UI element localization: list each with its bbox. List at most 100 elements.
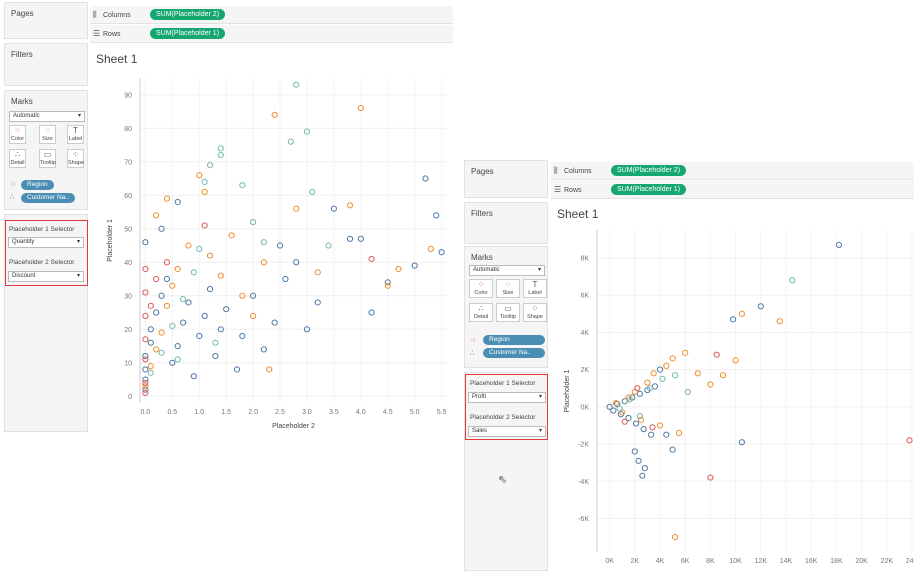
data-point <box>282 275 289 283</box>
y-tick-label: -2K <box>578 442 589 449</box>
pages-card: Pages <box>4 2 88 39</box>
tooltip-button[interactable]: ▭ Tooltip <box>39 149 56 168</box>
color-button[interactable]: ⁘ Color <box>469 279 493 298</box>
color-button[interactable]: ⁘ Color <box>9 125 26 144</box>
rows-pill[interactable]: SUM(Placeholder 1) <box>611 184 687 195</box>
detail-button[interactable]: ∴ Detail <box>469 303 493 322</box>
x-tick-label: 14K <box>780 558 793 565</box>
customer-name-field-pill[interactable]: Customer Na.. <box>21 193 75 203</box>
data-point <box>649 424 656 431</box>
data-point <box>672 372 679 379</box>
data-point <box>368 255 375 263</box>
y-tick-label: -6K <box>578 516 589 523</box>
data-point <box>147 302 154 309</box>
columns-pill[interactable]: SUM(Placeholder 2) <box>611 165 687 176</box>
color-legend-icon: ⁘ <box>470 336 477 345</box>
marks-card: Marks Automatic ▾ ⁘ Color ◌ Size T Label ∴ D… <box>4 90 88 210</box>
size-button[interactable]: ◌ Size <box>496 279 520 298</box>
data-point <box>158 329 165 336</box>
label-button[interactable]: T Label <box>67 125 84 144</box>
x-tick-label: 24K <box>906 558 914 565</box>
placeholder2-selector-label: Placeholder 2 Selector <box>470 414 536 421</box>
detail-legend-icon: ∴ <box>470 350 475 357</box>
data-point <box>427 245 434 252</box>
data-point <box>147 363 154 370</box>
marks-label: Marks <box>471 253 493 262</box>
detail-button[interactable]: ∴ Detail <box>9 149 26 168</box>
data-point <box>636 390 643 397</box>
mark-type-dropdown[interactable]: Automatic ▾ <box>469 265 545 276</box>
data-point <box>684 388 691 396</box>
data-point <box>239 332 246 340</box>
data-point <box>185 242 192 249</box>
rows-shelf[interactable]: ☰ Rows SUM(Placeholder 1) <box>90 25 453 43</box>
columns-shelf[interactable]: ⫼ Columns SUM(Placeholder 2) <box>551 162 914 180</box>
columns-label: ⫼ Columns <box>93 10 131 19</box>
x-tick-label: 16K <box>805 558 818 565</box>
x-tick-label: 22K <box>881 558 894 565</box>
data-point <box>644 379 651 386</box>
shape-button[interactable]: ⁘ Shape <box>67 149 84 168</box>
data-point <box>185 299 192 306</box>
columns-shelf[interactable]: ⫼ Columns SUM(Placeholder 2) <box>90 6 453 24</box>
sheet-title: Sheet 1 <box>557 207 599 221</box>
data-point <box>217 272 224 279</box>
mark-type-dropdown[interactable]: Automatic ▾ <box>9 111 85 122</box>
customer-name-field-pill[interactable]: Customer Na.. <box>483 348 545 358</box>
placeholder2-selector[interactable]: Discount ▾ <box>8 271 84 282</box>
label-button[interactable]: T Label <box>523 279 547 298</box>
data-point <box>672 534 679 541</box>
tooltip-button[interactable]: ▭ Tooltip <box>496 303 520 322</box>
data-point <box>228 232 235 239</box>
x-tick-label: 0.5 <box>167 409 177 416</box>
x-tick-label: 5.0 <box>410 409 420 416</box>
columns-icon: ⫼ <box>93 10 97 19</box>
y-tick-label: 30 <box>124 293 132 300</box>
filters-label: Filters <box>11 50 33 59</box>
data-point <box>395 265 402 273</box>
y-tick-label: 0 <box>128 394 132 401</box>
data-point <box>239 182 246 189</box>
y-tick-label: 2K <box>580 367 589 374</box>
placeholder2-value: Discount <box>12 273 36 279</box>
data-point <box>212 352 219 360</box>
data-point <box>201 222 208 229</box>
size-button[interactable]: ◌ Size <box>39 125 56 144</box>
data-point <box>233 366 241 373</box>
pages-card: Pages <box>464 160 548 198</box>
data-point <box>190 373 197 380</box>
chevron-down-icon: ▾ <box>537 267 541 273</box>
region-field-pill[interactable]: Region <box>21 180 54 190</box>
data-point <box>635 457 642 464</box>
placeholder2-selector[interactable]: Sales ▾ <box>468 426 546 437</box>
filters-card[interactable]: Filters <box>4 43 88 86</box>
x-tick-label: 2.5 <box>275 409 285 416</box>
data-point <box>201 178 208 185</box>
placeholder1-selector[interactable]: Quantity ▾ <box>8 237 84 248</box>
columns-pill[interactable]: SUM(Placeholder 2) <box>150 9 226 20</box>
y-tick-label: 0K <box>580 404 589 411</box>
region-field-pill[interactable]: Region <box>483 335 545 345</box>
detail-legend-icon: ∴ <box>10 194 15 201</box>
data-point <box>271 111 278 118</box>
data-point <box>174 342 181 350</box>
placeholder1-selector[interactable]: Profit ▾ <box>468 392 546 403</box>
data-point <box>153 212 160 219</box>
filters-card[interactable]: Filters <box>464 202 548 244</box>
y-tick-label: 50 <box>124 226 132 233</box>
filters-label: Filters <box>471 209 493 218</box>
size-icon: ◌ <box>45 126 50 135</box>
data-point <box>217 145 224 152</box>
x-tick-label: 1.0 <box>194 409 204 416</box>
data-point <box>433 212 440 219</box>
tooltip-icon: ▭ <box>43 150 52 159</box>
data-point <box>639 472 646 479</box>
scatter-chart-right: -6K -4K -2K 0K 2K 4K 6K 8K 0K 2K 4K 6K 8K 10K 12K 14K 16… <box>564 230 914 565</box>
shape-button[interactable]: ⁘ Shape <box>523 303 547 322</box>
data-point <box>260 239 267 246</box>
rows-shelf[interactable]: ☰ Rows SUM(Placeholder 1) <box>551 181 914 199</box>
x-tick-label: 5.5 <box>437 409 447 416</box>
y-tick-label: -4K <box>578 479 589 486</box>
columns-label: ⫼ Columns <box>554 166 592 175</box>
rows-pill[interactable]: SUM(Placeholder 1) <box>150 28 226 39</box>
